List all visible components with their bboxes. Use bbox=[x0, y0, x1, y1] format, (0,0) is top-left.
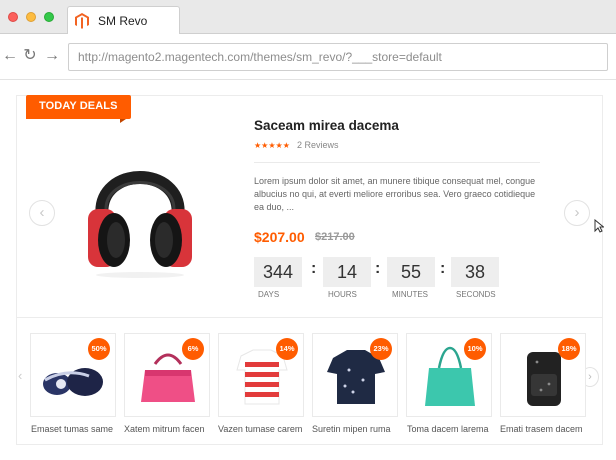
browser-tab[interactable]: SM Revo bbox=[67, 6, 180, 34]
countdown-days: 344 bbox=[254, 257, 302, 287]
maximize-window-button[interactable] bbox=[44, 12, 54, 22]
countdown-seconds: 38 bbox=[451, 257, 499, 287]
thumbs-prev-icon[interactable]: ‹ bbox=[18, 368, 30, 388]
old-price: $217.00 bbox=[315, 231, 355, 243]
divider bbox=[254, 162, 540, 163]
mouse-cursor-icon bbox=[594, 219, 604, 233]
discount-badge: 18% bbox=[558, 338, 580, 360]
countdown-hours: 14 bbox=[323, 257, 371, 287]
rating-stars: ★★★★★ bbox=[254, 141, 290, 150]
thumb-item[interactable]: 14% bbox=[218, 333, 304, 417]
tab-title: SM Revo bbox=[98, 14, 148, 28]
thumb-product-name[interactable]: Emati trasem dacem bbox=[500, 424, 583, 434]
browser-toolbar: ← ↻ → http://magento2.magentech.com/them… bbox=[0, 34, 616, 80]
special-price: $207.00 bbox=[254, 229, 305, 245]
discount-badge: 50% bbox=[88, 338, 110, 360]
countdown-minutes: 55 bbox=[387, 257, 435, 287]
thumb-item[interactable]: 6% bbox=[124, 333, 210, 417]
thumb-product-name[interactable]: Emaset tumas same bbox=[31, 424, 113, 434]
minimize-window-button[interactable] bbox=[26, 12, 36, 22]
product-description: Lorem ipsum dolor sit amet, an munere ti… bbox=[254, 176, 536, 212]
browser-tab-bar: SM Revo bbox=[0, 0, 616, 34]
thumb-product-name[interactable]: Toma dacem larema bbox=[407, 424, 489, 434]
discount-badge: 23% bbox=[370, 338, 392, 360]
thumb-item[interactable]: 23% bbox=[312, 333, 398, 417]
countdown-hours-label: HOURS bbox=[328, 290, 357, 299]
countdown-seconds-label: SECONDS bbox=[456, 290, 496, 299]
forward-arrow-icon[interactable]: → bbox=[44, 48, 60, 64]
ribbon-fold bbox=[120, 119, 126, 123]
reviews-link[interactable]: 2 Reviews bbox=[297, 140, 339, 150]
headphones-product-image[interactable] bbox=[84, 145, 196, 280]
discount-badge: 10% bbox=[464, 338, 486, 360]
thumb-item[interactable]: 18% bbox=[500, 333, 586, 417]
thumb-product-name[interactable]: Vazen tumase carem bbox=[218, 424, 302, 434]
thumb-item[interactable]: 50% bbox=[30, 333, 116, 417]
close-window-button[interactable] bbox=[8, 12, 18, 22]
address-bar[interactable]: http://magento2.magentech.com/themes/sm_… bbox=[68, 43, 608, 71]
discount-badge: 14% bbox=[276, 338, 298, 360]
back-arrow-icon[interactable]: ← bbox=[2, 48, 18, 64]
previous-deal-button[interactable]: ‹ bbox=[29, 200, 55, 226]
discount-badge: 6% bbox=[182, 338, 204, 360]
magento-logo-icon bbox=[75, 13, 89, 29]
thumb-item[interactable]: 10% bbox=[406, 333, 492, 417]
countdown-colon: : bbox=[440, 260, 446, 277]
next-deal-button[interactable]: › bbox=[564, 200, 590, 226]
countdown-colon: : bbox=[375, 260, 381, 277]
reload-icon[interactable]: ↻ bbox=[22, 48, 38, 64]
thumb-product-name[interactable]: Xatem mitrum facen bbox=[124, 424, 205, 434]
today-deals-ribbon: TODAY DEALS bbox=[26, 95, 131, 119]
thumb-product-name[interactable]: Suretin mipen ruma bbox=[312, 424, 391, 434]
countdown-days-label: DAYS bbox=[258, 290, 280, 299]
countdown-colon: : bbox=[311, 260, 317, 277]
section-divider bbox=[16, 317, 603, 318]
product-title[interactable]: Saceam mirea dacema bbox=[254, 118, 399, 133]
countdown-minutes-label: MINUTES bbox=[392, 290, 428, 299]
